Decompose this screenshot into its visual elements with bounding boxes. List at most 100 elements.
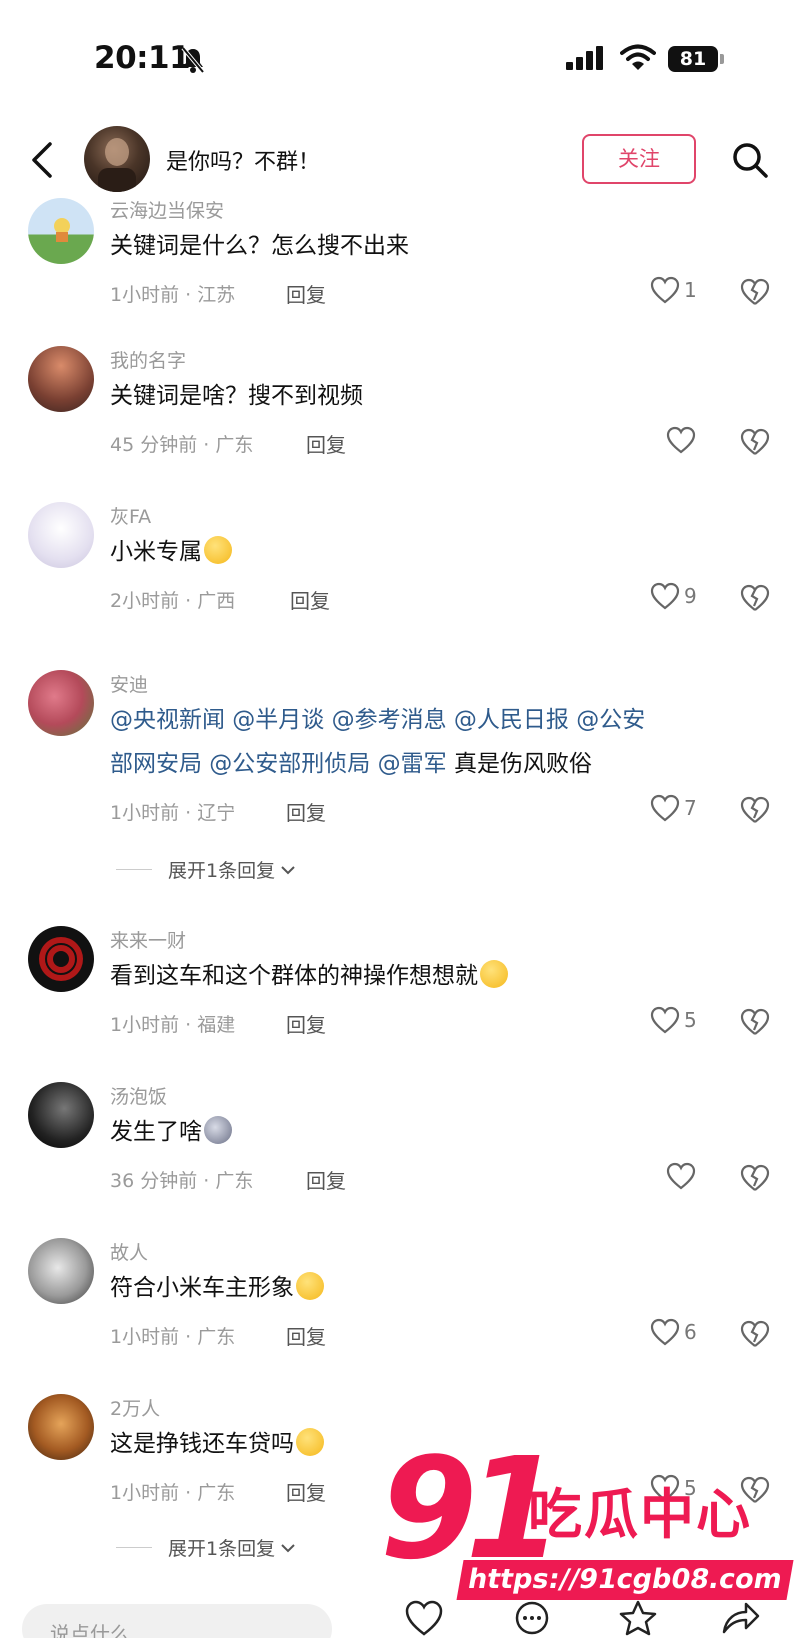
heart-icon xyxy=(666,1162,696,1190)
commenter-avatar[interactable] xyxy=(28,670,94,736)
like-count: 5 xyxy=(684,1008,697,1032)
like-button[interactable]: 7 xyxy=(650,794,697,822)
reply-button[interactable]: 回复 xyxy=(286,1009,326,1038)
author-avatar[interactable] xyxy=(84,126,150,192)
commenter-name[interactable]: 汤泡饭 xyxy=(110,1082,167,1109)
comment-text: @央视新闻 @半月谈 @参考消息 @人民日报 @公安 部网安局 @公安部刑侦局 … xyxy=(110,698,760,786)
comment-text: 这是挣钱还车贷吗 xyxy=(110,1422,760,1466)
comment-input-placeholder: 说点什么 xyxy=(50,1622,130,1638)
broken-heart-icon[interactable] xyxy=(740,1320,770,1348)
crying-emoji-icon xyxy=(480,960,508,988)
search-icon[interactable] xyxy=(730,140,770,180)
commenter-name[interactable]: 来来一财 xyxy=(110,926,186,953)
watermark-name: 吃瓜中心 xyxy=(528,1483,752,1546)
like-button[interactable]: 5 xyxy=(650,1006,697,1034)
reply-button[interactable]: 回复 xyxy=(286,279,326,308)
broken-heart-icon[interactable] xyxy=(740,428,770,456)
comment-text: 关键词是什么？怎么搜不出来 xyxy=(110,233,409,259)
like-button[interactable]: 9 xyxy=(650,582,697,610)
heart-icon xyxy=(650,1474,680,1502)
chevron-down-icon xyxy=(281,865,295,874)
follow-button[interactable]: 关注 xyxy=(582,134,696,184)
like-count: 5 xyxy=(684,1476,697,1500)
heart-icon xyxy=(666,426,696,454)
expand-label: 展开1条回复 xyxy=(168,860,276,882)
comment-meta: 1小时前 · 辽宁 xyxy=(110,802,236,824)
cat-emoji-icon xyxy=(204,1116,232,1144)
heart-icon xyxy=(650,276,680,304)
like-count: 6 xyxy=(684,1320,697,1344)
comment-meta: 45 分钟前 · 广东 xyxy=(110,434,254,456)
comment-text: 看到这车和这个群体的神操作想想就 xyxy=(110,954,760,998)
expand-replies-button[interactable]: 展开1条回复 xyxy=(116,856,297,883)
favorite-star-icon[interactable] xyxy=(618,1600,658,1636)
commenter-name[interactable]: 灰FA xyxy=(110,502,151,529)
chevron-down-icon xyxy=(281,1543,295,1552)
comment-text: 符合小米车主形象 xyxy=(110,1266,760,1310)
wifi-icon xyxy=(620,44,656,70)
share-arrow-icon[interactable] xyxy=(720,1600,760,1636)
commenter-name[interactable]: 我的名字 xyxy=(110,346,186,373)
back-arrow-icon[interactable] xyxy=(28,140,56,180)
like-button[interactable]: 1 xyxy=(650,276,697,304)
comment-plain-text: 真是伤风败俗 xyxy=(453,751,592,777)
commenter-avatar[interactable] xyxy=(28,502,94,568)
like-count: 1 xyxy=(684,278,697,302)
broken-heart-icon[interactable] xyxy=(740,1476,770,1504)
mention-link[interactable]: 部网安局 @公安部刑侦局 @雷军 xyxy=(110,751,447,777)
comment-meta: 1小时前 · 广东 xyxy=(110,1482,236,1504)
like-video-heart-icon[interactable] xyxy=(404,1600,444,1636)
expand-divider xyxy=(116,869,152,870)
battery-nub xyxy=(720,54,724,64)
reply-button[interactable]: 回复 xyxy=(286,1321,326,1350)
expand-divider xyxy=(116,1547,152,1548)
reply-button[interactable]: 回复 xyxy=(286,1477,326,1506)
reply-button[interactable]: 回复 xyxy=(306,429,346,458)
status-bar: 20:11 81 xyxy=(0,0,800,120)
like-button[interactable] xyxy=(666,1162,700,1190)
reply-button[interactable]: 回复 xyxy=(306,1165,346,1194)
commenter-avatar[interactable] xyxy=(28,198,94,264)
comment-text: 关键词是啥？搜不到视频 xyxy=(110,383,363,409)
like-button[interactable] xyxy=(666,426,700,454)
heart-icon xyxy=(650,794,680,822)
commenter-name[interactable]: 2万人 xyxy=(110,1394,160,1421)
status-time: 20:11 xyxy=(94,40,191,76)
like-count: 9 xyxy=(684,584,697,608)
like-button[interactable]: 5 xyxy=(650,1474,697,1502)
broken-heart-icon[interactable] xyxy=(740,1164,770,1192)
comment-text: 发生了啥 xyxy=(110,1110,760,1154)
commenter-avatar[interactable] xyxy=(28,346,94,412)
smirk-emoji-icon xyxy=(204,536,232,564)
comment-text: 小米专属 xyxy=(110,530,760,574)
reply-button[interactable]: 回复 xyxy=(290,585,330,614)
broken-heart-icon[interactable] xyxy=(740,796,770,824)
battery-indicator: 81 xyxy=(668,46,718,72)
commenter-name[interactable]: 云海边当保安 xyxy=(110,196,224,223)
broken-heart-icon[interactable] xyxy=(740,1008,770,1036)
page-title: 是你吗？不群！ xyxy=(166,150,321,175)
comment-meta: 1小时前 · 福建 xyxy=(110,1014,236,1036)
commenter-avatar[interactable] xyxy=(28,1238,94,1304)
like-count: 7 xyxy=(684,796,697,820)
commenter-name[interactable]: 故人 xyxy=(110,1238,148,1265)
comment-meta: 1小时前 · 江苏 xyxy=(110,284,236,306)
reply-button[interactable]: 回复 xyxy=(286,797,326,826)
comment-input[interactable]: 说点什么 xyxy=(22,1604,332,1638)
commenter-avatar[interactable] xyxy=(28,1394,94,1460)
mention-link[interactable]: @央视新闻 @半月谈 @参考消息 @人民日报 @公安 xyxy=(110,707,645,733)
like-button[interactable]: 6 xyxy=(650,1318,697,1346)
comment-meta: 2小时前 · 广西 xyxy=(110,590,236,612)
comment-input-bar: 说点什么 xyxy=(0,1596,800,1638)
grin-emoji-icon xyxy=(296,1428,324,1456)
expand-replies-button[interactable]: 展开1条回复 xyxy=(116,1534,297,1561)
mute-bell-icon xyxy=(181,46,205,74)
broken-heart-icon[interactable] xyxy=(740,584,770,612)
commenter-name[interactable]: 安迪 xyxy=(110,670,148,697)
broken-heart-icon[interactable] xyxy=(740,278,770,306)
video-header: 是你吗？不群！ 关注 xyxy=(0,122,800,202)
commenter-avatar[interactable] xyxy=(28,926,94,992)
cellular-signal-icon xyxy=(566,46,603,70)
comment-bubble-icon[interactable] xyxy=(512,1600,552,1636)
commenter-avatar[interactable] xyxy=(28,1082,94,1148)
